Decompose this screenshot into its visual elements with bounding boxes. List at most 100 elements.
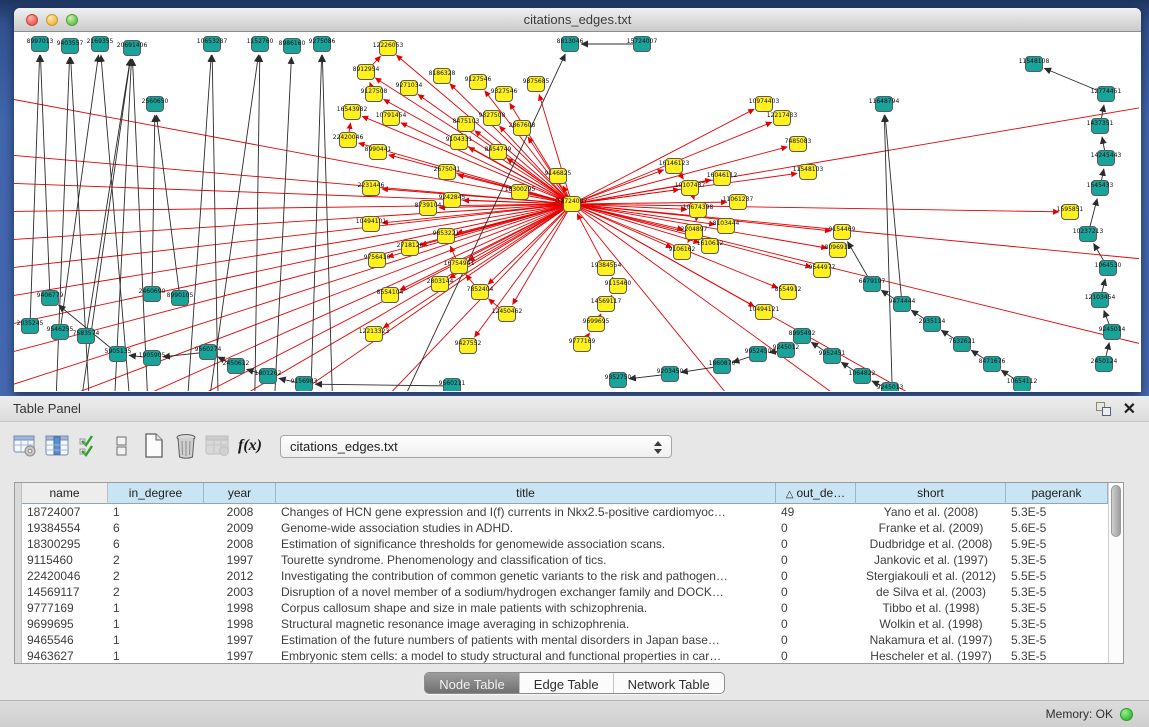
node-label: 8554104 xyxy=(377,289,404,296)
table-row[interactable]: 946362711997Embryonic stem cells: a mode… xyxy=(22,648,1108,663)
cell-name: 19384554 xyxy=(22,520,108,536)
vertical-scrollbar[interactable] xyxy=(1108,483,1123,663)
function-builder-button[interactable]: f(x) xyxy=(234,431,266,461)
column-header-short[interactable]: short xyxy=(856,483,1006,504)
column-header-indegree[interactable]: in_degree xyxy=(108,483,204,504)
cell-indegree: 2 xyxy=(108,584,204,600)
node-label: 9245013 xyxy=(877,384,904,391)
node-label: 14245443 xyxy=(1091,152,1122,159)
node-label: 22420046 xyxy=(333,134,364,141)
create-column-button[interactable] xyxy=(138,431,170,461)
cell-title: Structural magnetic resonance image aver… xyxy=(276,616,776,632)
node-table: namein_degreeyeartitle△out_de…shortpager… xyxy=(14,482,1124,664)
node-label: 1545433 xyxy=(1087,182,1114,189)
cell-outde: 0 xyxy=(776,568,856,584)
delete-column-button[interactable] xyxy=(170,431,202,461)
node-label: 12217433 xyxy=(767,112,798,119)
cell-name: 9463627 xyxy=(22,648,108,663)
zoom-window-button[interactable] xyxy=(66,14,78,26)
network-window-title: citations_edges.txt xyxy=(14,8,1141,31)
node-label: 8990105 xyxy=(167,292,194,299)
cell-short: Dudbridge et al. (2008) xyxy=(856,536,1006,552)
memory-status-label: Memory: OK xyxy=(1046,707,1113,721)
node-label: 8186328 xyxy=(429,70,456,77)
table-row[interactable]: 1872400712008Changes of HCN gene express… xyxy=(22,504,1108,520)
node-label: 7852404 xyxy=(467,286,494,293)
node-label: 8986160 xyxy=(279,40,306,47)
table-body: 1872400712008Changes of HCN gene express… xyxy=(22,504,1108,663)
cell-title: Corpus callosum shape and size in male p… xyxy=(276,600,776,616)
table-row[interactable]: 911546021997Tourette syndrome. Phenomeno… xyxy=(22,552,1108,568)
node-label: 5905135 xyxy=(105,348,132,355)
table-row[interactable]: 1830029562008Estimation of significance … xyxy=(22,536,1108,552)
node-label: 1801262 xyxy=(255,370,282,377)
network-window: citations_edges.txt 89970139403557216935… xyxy=(14,8,1141,392)
dropdown-stepper-icon xyxy=(654,440,663,455)
tab-edge-table[interactable]: Edge Table xyxy=(520,673,614,694)
node-label: 8471676 xyxy=(979,358,1006,365)
column-header-name[interactable]: name xyxy=(22,483,108,504)
node-label: 8475103 xyxy=(453,118,480,125)
float-panel-button[interactable] xyxy=(1096,402,1111,416)
row-mode-button[interactable] xyxy=(106,431,138,461)
node-label: 2867608 xyxy=(509,122,536,129)
column-header-pagerank[interactable]: pagerank xyxy=(1006,483,1108,504)
table-header-row: namein_degreeyeartitle△out_de…shortpager… xyxy=(22,483,1108,504)
node-label: 7632621 xyxy=(949,338,976,345)
node-label: 9560211 xyxy=(439,380,466,387)
edge xyxy=(152,115,155,294)
cell-short: de Silva et al. (2003) xyxy=(856,584,1006,600)
edge xyxy=(40,55,50,298)
delete-table-button[interactable] xyxy=(202,431,234,461)
show-columns-button[interactable] xyxy=(42,431,74,461)
node-label: 15724007 xyxy=(627,38,658,45)
tab-node-table[interactable]: Node Table xyxy=(425,673,520,694)
cell-name: 9115460 xyxy=(22,552,108,568)
close-window-button[interactable] xyxy=(26,14,38,26)
column-header-outde[interactable]: △out_de… xyxy=(776,483,856,504)
node-label: 19384554 xyxy=(591,262,622,269)
cell-name: 9699695 xyxy=(22,616,108,632)
cell-indegree: 1 xyxy=(108,616,204,632)
node-label: 9560274 xyxy=(195,346,222,353)
scrollbar-thumb[interactable] xyxy=(1111,485,1121,537)
minimize-window-button[interactable] xyxy=(46,14,58,26)
cell-indegree: 2 xyxy=(108,568,204,584)
node-label: 10974403 xyxy=(749,98,780,105)
table-row[interactable]: 1456911722003Disruption of a novel membe… xyxy=(22,584,1108,600)
node-label: 1064530 xyxy=(1095,262,1122,269)
table-row[interactable]: 1938455462009Genome-wide association stu… xyxy=(22,520,1108,536)
table-row[interactable]: 969969511998Structural magnetic resonanc… xyxy=(22,616,1108,632)
network-canvas[interactable]: 8997013940355721693552069140610653287115… xyxy=(14,32,1139,391)
tab-network-table[interactable]: Network Table xyxy=(614,673,724,694)
node-label: 9127546 xyxy=(465,76,492,83)
cell-outde: 0 xyxy=(776,584,856,600)
node-label: 9146825 xyxy=(545,170,572,177)
edge-selected xyxy=(572,147,787,204)
cell-outde: 0 xyxy=(776,632,856,648)
node-label: 8554912 xyxy=(775,286,802,293)
cell-outde: 0 xyxy=(776,552,856,568)
cytoscape-desktop: citations_edges.txt 89970139403557216935… xyxy=(0,0,1149,396)
node-label: 2675041 xyxy=(434,166,461,173)
close-panel-button[interactable]: ✕ xyxy=(1123,399,1136,419)
node-label: 12450462 xyxy=(492,308,523,315)
table-mode-button[interactable] xyxy=(10,431,42,461)
column-header-title[interactable]: title xyxy=(276,483,776,504)
select-all-button[interactable] xyxy=(74,431,106,461)
table-row[interactable]: 2242004622012Investigating the contribut… xyxy=(22,568,1108,584)
node-label: 9104331 xyxy=(446,136,473,143)
table-row[interactable]: 946554611997Estimation of the future num… xyxy=(22,632,1108,648)
cell-indegree: 1 xyxy=(108,632,204,648)
cell-indegree: 2 xyxy=(108,552,204,568)
node-label: 9952450 xyxy=(745,348,772,355)
column-header-year[interactable]: year xyxy=(204,483,276,504)
edge xyxy=(322,55,334,391)
table-selector-dropdown[interactable]: citations_edges.txt xyxy=(280,435,672,458)
node-label: 11061237 xyxy=(723,196,754,203)
network-window-titlebar[interactable]: citations_edges.txt xyxy=(14,8,1141,32)
node-label: 9271034 xyxy=(396,82,423,89)
node-label: 6479197 xyxy=(859,278,886,285)
table-row[interactable]: 977716911998Corpus callosum shape and si… xyxy=(22,600,1108,616)
table-tabs: Node Table Edge Table Network Table xyxy=(424,672,725,694)
